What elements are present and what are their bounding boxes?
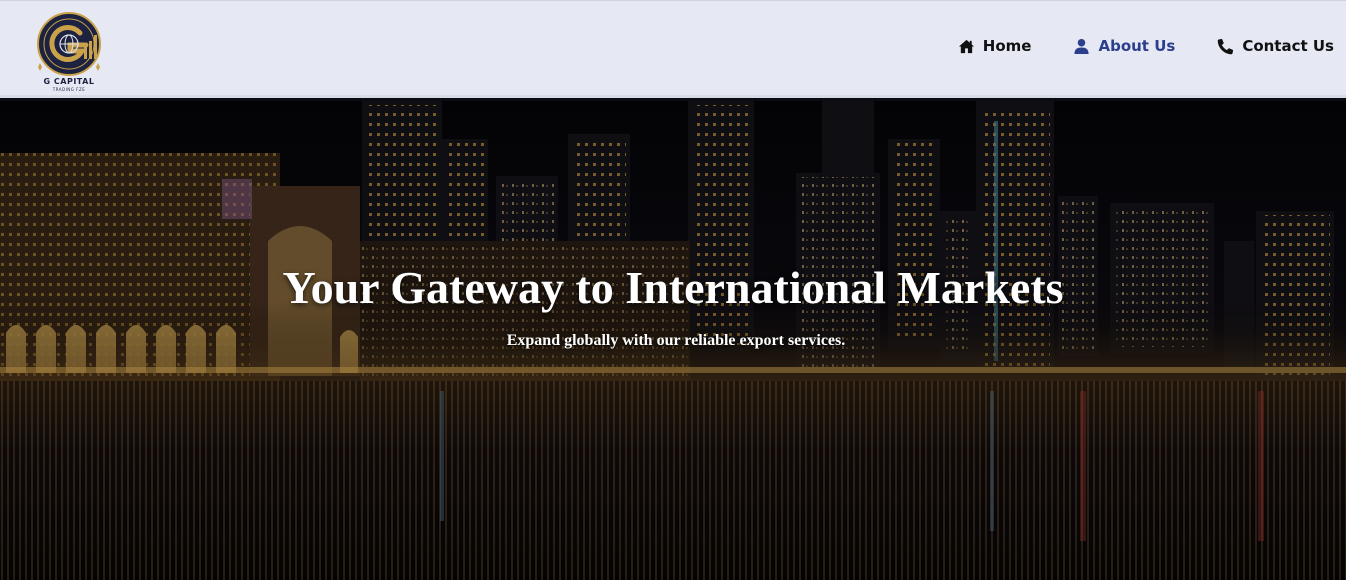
top-navbar: G CAPITAL TRADING FZE Home About Us Cont… [0,0,1346,98]
nav-label-contact: Contact Us [1242,37,1334,55]
brand-name: G CAPITAL [43,77,95,86]
hero-title: Your Gateway to International Markets [282,262,1064,313]
brand-tagline: TRADING FZE [52,87,86,92]
nav-label-home: Home [982,37,1032,55]
phone-icon [1218,38,1234,54]
brand-logo[interactable]: G CAPITAL TRADING FZE [30,11,108,92]
hero-banner: Your Gateway to International Markets Ex… [0,101,1346,580]
nav-label-about: About Us [1098,37,1176,55]
nav-item-contact[interactable]: Contact Us [1217,37,1334,55]
main-nav: Home About Us Contact Us [916,37,1334,55]
logo-emblem-icon [37,12,101,76]
user-icon [1074,38,1090,54]
nav-item-home[interactable]: Home [958,37,1032,55]
nav-item-about[interactable]: About Us [1073,37,1175,55]
hero-subtitle: Expand globally with our reliable export… [506,332,846,349]
home-icon [958,39,974,53]
